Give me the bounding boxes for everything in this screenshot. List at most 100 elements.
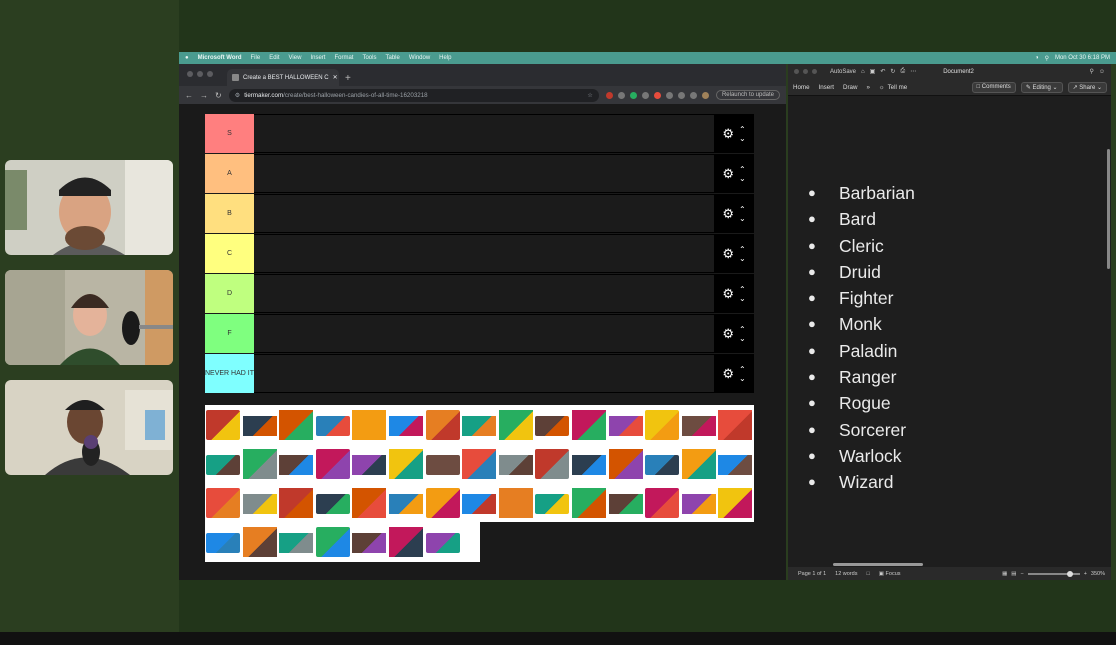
extension-icon[interactable]	[665, 91, 673, 99]
candy-item-image[interactable]	[425, 455, 460, 475]
candy-item-image[interactable]	[206, 410, 240, 440]
menu-help[interactable]: Help	[439, 55, 451, 61]
candy-item-image[interactable]	[315, 416, 350, 436]
move-up-icon[interactable]: ⌃	[739, 365, 746, 374]
candy-item-image[interactable]	[352, 455, 387, 475]
candy-item-image[interactable]	[389, 416, 423, 436]
menu-file[interactable]: File	[251, 55, 261, 61]
bookmark-star-icon[interactable]: ☆	[587, 92, 593, 99]
share-person-icon[interactable]: ☺	[1099, 69, 1111, 75]
list-item[interactable]: ● Fighter	[808, 285, 915, 311]
back-icon[interactable]: ←	[185, 91, 193, 100]
zoom-in-icon[interactable]: +	[1084, 571, 1087, 577]
window-zoom-icon[interactable]	[207, 71, 213, 77]
candy-item-image[interactable]	[572, 410, 606, 440]
menu-window[interactable]: Window	[409, 55, 430, 61]
candy-item-image[interactable]	[681, 494, 716, 514]
tier-dropzone[interactable]	[254, 234, 714, 273]
candy-item-image[interactable]	[206, 455, 240, 475]
web-layout-icon[interactable]: ▤	[1011, 571, 1016, 577]
pinterest-icon[interactable]	[605, 91, 613, 99]
zoom-out-icon[interactable]: −	[1020, 571, 1023, 577]
status-page[interactable]: Page 1 of 1	[798, 571, 826, 577]
gear-icon[interactable]: ⚙	[722, 167, 734, 180]
candy-item-image[interactable]	[498, 488, 533, 518]
tier-label-never-had-it[interactable]: NEVER HAD IT	[205, 354, 254, 393]
candy-item-image[interactable]	[279, 410, 314, 440]
gear-icon[interactable]: ⚙	[722, 247, 734, 260]
search-icon[interactable]: ⚲	[1089, 68, 1093, 75]
move-down-icon[interactable]: ⌄	[739, 374, 746, 383]
tier-label-s[interactable]: S	[205, 114, 254, 153]
tier-dropzone[interactable]	[254, 314, 714, 353]
candy-item-image[interactable]	[681, 449, 716, 479]
autosave-label[interactable]: AutoSave	[830, 69, 856, 75]
lightbulb-icon[interactable]: ☼	[879, 84, 885, 91]
wifi-icon[interactable]: ◑	[1035, 55, 1039, 62]
move-down-icon[interactable]: ⌄	[739, 334, 746, 343]
extension-icon[interactable]	[641, 91, 649, 99]
move-up-icon[interactable]: ⌃	[739, 285, 746, 294]
list-item[interactable]: ● Rogue	[808, 390, 915, 416]
candy-item-image[interactable]	[608, 494, 643, 514]
tier-dropzone[interactable]	[254, 114, 714, 153]
tier-label-b[interactable]: B	[205, 194, 254, 233]
comments-button[interactable]: □ Comments	[971, 81, 1016, 93]
candy-item-image[interactable]	[535, 416, 570, 436]
list-item[interactable]: ● Sorcerer	[808, 417, 915, 443]
undo-icon[interactable]: ↶	[880, 68, 885, 75]
ribbon-tab-draw[interactable]: Draw	[843, 84, 857, 91]
move-down-icon[interactable]: ⌄	[739, 294, 746, 303]
candy-item-image[interactable]	[718, 455, 753, 475]
candy-item-image[interactable]	[389, 494, 423, 514]
ribbon-tab-home[interactable]: Home	[793, 84, 810, 91]
candy-item-image[interactable]	[608, 449, 643, 479]
home-icon[interactable]: ⌂	[861, 69, 865, 75]
vertical-scrollbar[interactable]	[1107, 149, 1110, 269]
candy-item-image[interactable]	[462, 449, 497, 479]
candy-item-image[interactable]	[608, 416, 643, 436]
candy-item-image[interactable]	[572, 455, 606, 475]
ribbon-tab-insert[interactable]: Insert	[819, 84, 834, 91]
tier-dropzone[interactable]	[254, 154, 714, 193]
site-info-icon[interactable]: ⚙	[235, 92, 241, 99]
grammarly-icon[interactable]	[629, 91, 637, 99]
candy-item-image[interactable]	[242, 449, 277, 479]
candy-item-image[interactable]	[352, 488, 387, 518]
tier-dropzone[interactable]	[254, 354, 714, 393]
extension-icon[interactable]	[617, 91, 625, 99]
move-up-icon[interactable]: ⌃	[739, 125, 746, 134]
menu-format[interactable]: Format	[334, 55, 353, 61]
tier-label-d[interactable]: D	[205, 274, 254, 313]
candy-item-image[interactable]	[572, 488, 606, 518]
candy-item-image[interactable]	[645, 488, 680, 518]
status-words[interactable]: 12 words	[835, 571, 857, 577]
gear-icon[interactable]: ⚙	[722, 367, 734, 380]
record-icon[interactable]	[653, 91, 661, 99]
list-item[interactable]: ● Barbarian	[808, 180, 915, 206]
gear-icon[interactable]: ⚙	[722, 327, 734, 340]
candy-item-image[interactable]	[315, 494, 350, 514]
candy-item-image[interactable]	[535, 494, 570, 514]
candy-item-image[interactable]	[352, 533, 387, 553]
candy-item-image[interactable]	[389, 449, 423, 479]
candy-item-image[interactable]	[462, 494, 497, 514]
list-item[interactable]: ● Druid	[808, 259, 915, 285]
document-canvas[interactable]: ● Barbarian ● Bard ● Cleric ● Druid ● Fighter…	[788, 97, 1111, 567]
move-down-icon[interactable]: ⌄	[739, 254, 746, 263]
tier-label-c[interactable]: C	[205, 234, 254, 273]
gear-icon[interactable]: ⚙	[722, 127, 734, 140]
candy-item-image[interactable]	[206, 533, 240, 553]
menu-view[interactable]: View	[289, 55, 302, 61]
list-item[interactable]: ● Wizard	[808, 469, 915, 495]
list-item[interactable]: ● Cleric	[808, 233, 915, 259]
participant-video-3[interactable]	[5, 380, 173, 475]
list-item[interactable]: ● Ranger	[808, 364, 915, 390]
move-up-icon[interactable]: ⌃	[739, 165, 746, 174]
participant-video-2[interactable]	[5, 270, 173, 365]
ribbon-more-icon[interactable]: »	[866, 84, 869, 91]
redo-icon[interactable]: ↻	[890, 68, 895, 75]
window-zoom-icon[interactable]	[812, 69, 817, 74]
candy-item-image[interactable]	[718, 410, 753, 440]
move-up-icon[interactable]: ⌃	[739, 245, 746, 254]
